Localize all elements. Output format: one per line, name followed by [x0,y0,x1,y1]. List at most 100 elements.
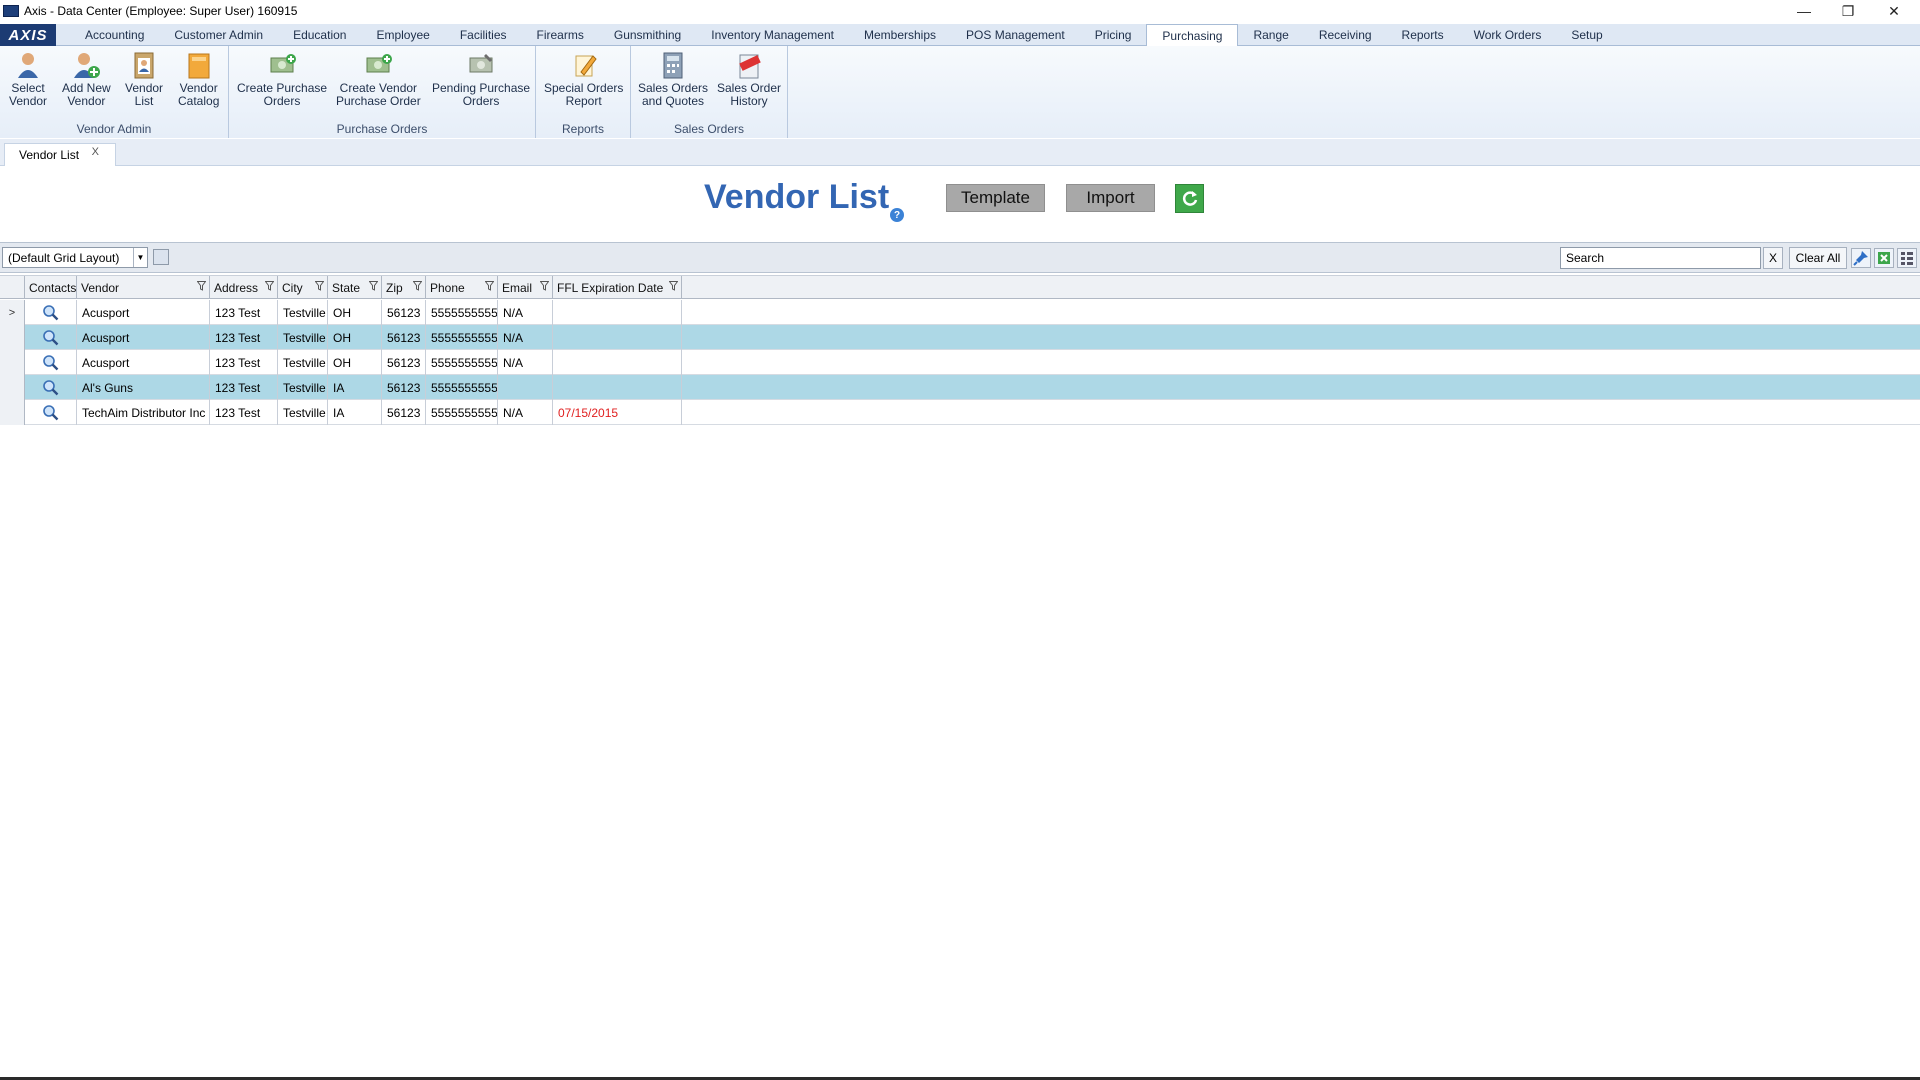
row-selector[interactable] [0,400,25,425]
menu-tab-firearms[interactable]: Firearms [522,24,599,45]
table-row[interactable]: Al's Guns 123 Test Testville IA 56123 5555555… [0,375,1920,400]
filter-icon[interactable] [485,281,494,291]
vendor-catalog-button[interactable]: Vendor Catalog [178,50,219,108]
cell-ffl [553,350,682,375]
row-header-corner [0,276,25,299]
column-header-ffl-expiration-date[interactable]: FFL Expiration Date [553,276,682,299]
cell-vendor: Acusport [77,350,210,375]
filter-icon[interactable] [265,281,274,291]
menu-tab-accounting[interactable]: Accounting [70,24,159,45]
add-new-vendor-button[interactable]: Add New Vendor [62,50,111,108]
pending-purchase-orders-button[interactable]: Pending Purchase Orders [432,50,530,108]
special-orders-report-button[interactable]: Special Orders Report [544,50,623,108]
sales-order-history-button[interactable]: Sales Order History [717,50,781,108]
column-header-address[interactable]: Address [210,276,278,299]
menu-tab-work-orders[interactable]: Work Orders [1459,24,1557,45]
create-purchase-orders-button[interactable]: Create Purchase Orders [237,50,327,108]
save-layout-icon[interactable] [153,249,169,265]
column-header-zip[interactable]: Zip [382,276,426,299]
cell-vendor: Al's Guns [77,375,210,400]
filter-icon[interactable] [669,281,678,291]
menu-tab-employee[interactable]: Employee [361,24,444,45]
column-header-state[interactable]: State [328,276,382,299]
filter-icon[interactable] [369,281,378,291]
column-header-contacts[interactable]: Contacts [25,276,77,299]
row-selector[interactable] [0,375,25,400]
grid-toolbar: (Default Grid Layout) ▼ Search X Clear A… [0,242,1920,273]
menu-tab-range[interactable]: Range [1238,24,1303,45]
filter-icon[interactable] [413,281,422,291]
sales-orders-and-quotes-button[interactable]: Sales Orders and Quotes [638,50,708,108]
create-vendor-purchase-order-button[interactable]: Create Vendor Purchase Order [336,50,421,108]
vendor-list-button[interactable]: Vendor List [125,50,163,108]
menu-tab-setup[interactable]: Setup [1556,24,1617,45]
axis-logo: AXIS [0,24,56,46]
minimize-button[interactable]: — [1782,0,1826,22]
menu-tab-reports[interactable]: Reports [1387,24,1459,45]
filter-icon[interactable] [540,281,549,291]
select-vendor-button[interactable]: Select Vendor [9,50,47,108]
row-selector[interactable]: > [0,300,25,325]
row-selector[interactable] [0,325,25,350]
ribbon: Select Vendor Add New Vendor Vendor List… [0,46,1920,138]
menu-tab-customer-admin[interactable]: Customer Admin [159,24,278,45]
clear-all-button[interactable]: Clear All [1789,247,1847,269]
menu-tab-facilities[interactable]: Facilities [445,24,522,45]
menu-tab-receiving[interactable]: Receiving [1304,24,1387,45]
cell-address: 123 Test [210,325,278,350]
paid-stamp-icon [739,54,761,79]
refresh-button[interactable] [1175,184,1204,213]
cell-state: OH [328,325,382,350]
grid-layout-select[interactable]: (Default Grid Layout) ▼ [2,247,148,268]
template-button[interactable]: Template [946,184,1045,212]
table-row[interactable]: Acusport 123 Test Testville OH 56123 55555555… [0,350,1920,375]
cell-zip: 56123 [382,375,426,400]
cell-city: Testville [278,325,328,350]
column-header-email[interactable]: Email [498,276,553,299]
menu-tab-purchasing[interactable]: Purchasing [1146,24,1239,47]
magnifier-icon[interactable] [42,354,59,371]
filter-icon[interactable] [315,281,324,291]
menu-tab-memberships[interactable]: Memberships [849,24,951,45]
table-row[interactable]: TechAim Distributor Inc 123 Test Testville… [0,400,1920,425]
table-row[interactable]: Acusport 123 Test Testville OH 56123 55555555… [0,325,1920,350]
cell-vendor: Acusport [77,325,210,350]
magnifier-icon[interactable] [42,404,59,421]
help-icon[interactable]: ? [890,208,904,222]
cell-city: Testville [278,375,328,400]
cell-contacts [25,300,77,325]
magnifier-icon[interactable] [42,379,59,396]
column-header-vendor[interactable]: Vendor [77,276,210,299]
magnifier-icon[interactable] [42,329,59,346]
menu-tab-education[interactable]: Education [278,24,361,45]
table-row[interactable]: > Acusport 123 Test Testville OH 56123 5555555… [0,300,1920,325]
pencil-report-icon [575,55,597,77]
cell-vendor: Acusport [77,300,210,325]
cell-email: N/A [498,400,553,425]
column-header-city[interactable]: City [278,276,328,299]
menu-tab-inventory-management[interactable]: Inventory Management [696,24,849,45]
row-selector[interactable] [0,350,25,375]
close-button[interactable]: ✕ [1872,0,1916,22]
ribbon-group-reports: Special Orders Report Reports [536,46,631,138]
menu-tab-pricing[interactable]: Pricing [1080,24,1147,45]
magnifier-icon[interactable] [42,304,59,321]
tab-vendor-list[interactable]: Vendor List X [4,143,116,166]
page-title: Vendor List [704,178,890,216]
column-chooser-icon[interactable] [1897,248,1917,268]
column-header-phone[interactable]: Phone [426,276,498,299]
ribbon-group-vendor-admin: Select Vendor Add New Vendor Vendor List… [0,46,229,138]
filter-icon[interactable] [197,281,206,291]
cell-phone: 5555555555 [426,325,498,350]
pin-icon[interactable] [1851,248,1871,268]
clear-search-button[interactable]: X [1763,247,1783,269]
calculator-icon [663,52,683,79]
restore-button[interactable]: ❐ [1826,0,1870,22]
search-input[interactable]: Search [1560,247,1761,269]
import-button[interactable]: Import [1066,184,1155,212]
export-excel-icon[interactable] [1874,248,1894,268]
document-tab-strip: Vendor List X [0,139,1920,166]
menu-tab-gunsmithing[interactable]: Gunsmithing [599,24,696,45]
close-tab-icon[interactable]: X [92,146,99,158]
menu-tab-pos-management[interactable]: POS Management [951,24,1080,45]
